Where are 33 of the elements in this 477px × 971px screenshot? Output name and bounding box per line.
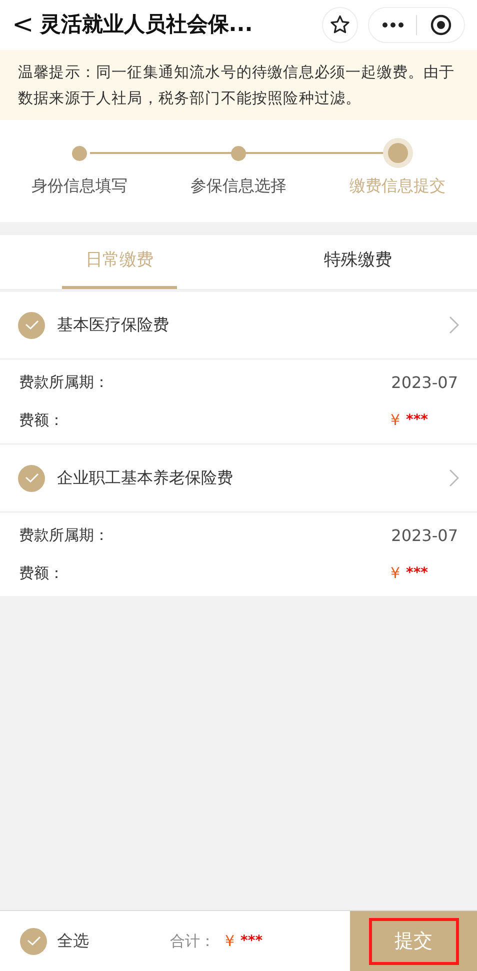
checkbox[interactable] [20, 928, 47, 954]
total-label: 合计： [170, 930, 215, 952]
check-icon [26, 936, 40, 946]
notice-text: 温馨提示：同一征集通知流水号的待缴信息必须一起缴费。由于数据来源于人社局，税务部门不能按照险种过滤。 [18, 62, 456, 109]
list-item[interactable]: 基本医疗保险费 [0, 292, 477, 358]
check-icon [24, 320, 38, 330]
field-label: 费额： [19, 563, 64, 584]
field-value: 2023-07 [391, 372, 458, 394]
chevron-icon [449, 316, 459, 334]
step-label: 身份信息填写 [32, 175, 128, 197]
masked-amount: *** [406, 564, 428, 583]
field-label: 费额： [19, 410, 64, 432]
field-label: 费款所属期： [19, 525, 109, 546]
item-name: 基本医疗保险费 [57, 314, 170, 336]
tab[interactable]: 特殊缴费 [300, 235, 415, 289]
masked-amount: *** [240, 932, 263, 950]
step-label: 缴费信息提交 [350, 175, 446, 197]
back-button[interactable]: < [12, 12, 34, 38]
currency-symbol: ¥ [390, 410, 400, 432]
list-item[interactable]: 企业职工基本养老保险费 [0, 445, 477, 511]
checkbox[interactable] [18, 312, 45, 338]
check-icon [24, 473, 38, 483]
item-name: 企业职工基本养老保险费 [57, 467, 234, 489]
page-title: 灵活就业人员社会保... [40, 11, 253, 38]
masked-amount: *** [406, 411, 428, 430]
step-label: 参保信息选择 [190, 175, 286, 197]
field-label: 费款所属期： [19, 372, 109, 394]
chevron-icon [449, 469, 459, 487]
checkbox[interactable] [18, 464, 45, 492]
field-value: 2023-07 [391, 524, 458, 546]
currency-symbol: ¥ [390, 563, 400, 584]
select-all-label: 全选 [57, 930, 89, 952]
currency-symbol: ¥ [225, 930, 235, 952]
